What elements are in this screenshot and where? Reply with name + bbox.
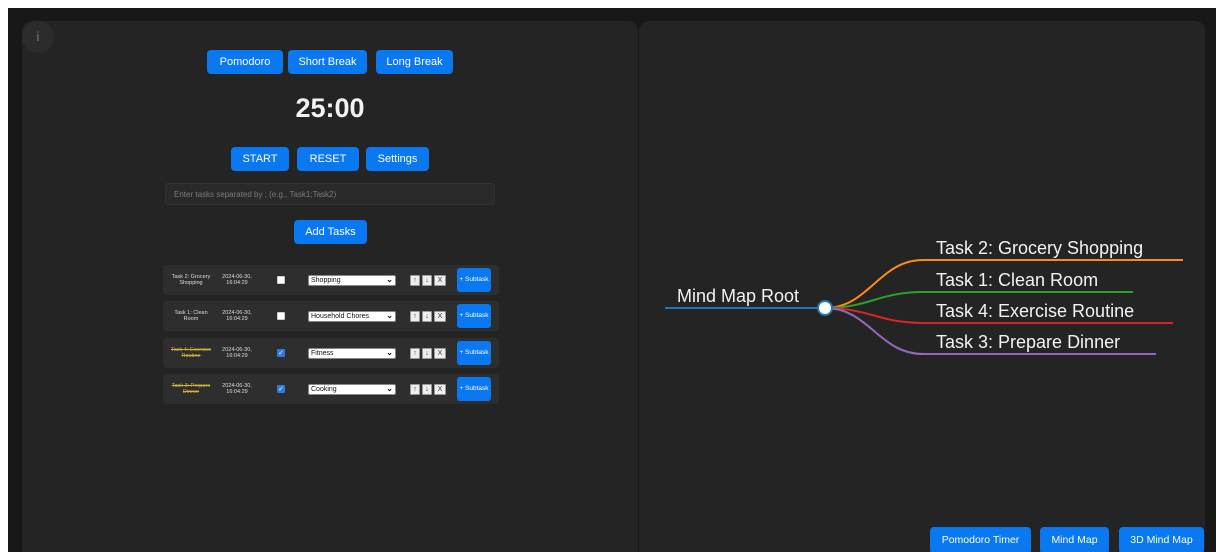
category-value: Fitness [311,350,334,357]
task-done-checkbox[interactable] [277,276,285,284]
category-value: Cooking [311,386,337,393]
info-button[interactable]: i [22,21,54,53]
branch-node-label[interactable]: Task 1: Clean Room [936,270,1098,291]
category-value: Household Chores [311,313,369,320]
branch-node-label[interactable]: Task 4: Exercise Routine [936,301,1134,322]
add-subtask-button[interactable]: + Subtask [457,377,491,401]
task-input[interactable] [165,183,495,205]
task-name: Task 3: Prepare Dinner [171,382,211,396]
mode-short-break-button[interactable]: Short Break [288,50,367,74]
chevron-down-icon: ⌄ [386,384,393,393]
move-up-button[interactable]: ↑ [410,348,420,359]
task-name: Task 1: Clean Room [174,309,208,323]
move-down-button[interactable]: ↓ [422,348,432,359]
category-select[interactable]: Fitness ⌄ [308,348,396,359]
reset-button[interactable]: RESET [297,147,359,171]
mind-map-panel: Mind Map Root Task 2: Grocery Shopping T… [639,21,1205,552]
category-select[interactable]: Cooking ⌄ [308,384,396,395]
task-row: Task 4: Exercise Routine 2024-06-30, 16:… [163,338,499,368]
branch-node-label[interactable]: Task 3: Prepare Dinner [936,332,1120,353]
nav-mind-map-button[interactable]: Mind Map [1040,527,1109,552]
task-row: Task 2: Grocery Shopping 2024-06-30, 16:… [163,265,499,295]
pomodoro-panel: Pomodoro Short Break Long Break 25:00 ST… [22,21,638,552]
nav-pomodoro-timer-button[interactable]: Pomodoro Timer [930,527,1031,552]
root-node-label[interactable]: Mind Map Root [677,286,799,307]
delete-task-button[interactable]: X [434,384,446,395]
task-done-checkbox[interactable] [277,312,285,320]
add-subtask-button[interactable]: + Subtask [457,304,491,328]
delete-task-button[interactable]: X [434,275,446,286]
start-button[interactable]: START [231,147,289,171]
category-select[interactable]: Household Chores ⌄ [308,311,396,322]
checkmark-icon: ✓ [278,386,284,393]
move-down-button[interactable]: ↓ [422,384,432,395]
add-tasks-button[interactable]: Add Tasks [294,220,367,244]
nav-3d-mind-map-button[interactable]: 3D Mind Map [1119,527,1204,552]
move-up-button[interactable]: ↑ [410,384,420,395]
task-name: Task 4: Exercise Routine [170,346,212,360]
move-up-button[interactable]: ↑ [410,311,420,322]
root-node[interactable] [817,300,833,316]
chevron-down-icon: ⌄ [386,348,393,357]
mode-pomodoro-button[interactable]: Pomodoro [207,50,283,74]
mode-long-break-button[interactable]: Long Break [376,50,453,74]
task-date: 2024-06-30, 16:04:29 [222,382,252,396]
chevron-down-icon: ⌄ [386,275,393,284]
branch-node-label[interactable]: Task 2: Grocery Shopping [936,238,1143,259]
delete-task-button[interactable]: X [434,348,446,359]
settings-button[interactable]: Settings [366,147,429,171]
chevron-down-icon: ⌄ [386,311,393,320]
move-down-button[interactable]: ↓ [422,275,432,286]
task-done-checkbox[interactable]: ✓ [277,385,285,393]
add-subtask-button[interactable]: + Subtask [457,341,491,365]
timer-display: 25:00 [295,93,365,123]
add-subtask-button[interactable]: + Subtask [457,268,491,292]
info-icon: i [36,29,40,44]
task-row: Task 3: Prepare Dinner 2024-06-30, 16:04… [163,374,499,404]
task-name: Task 2: Grocery Shopping [171,273,211,287]
task-date: 2024-06-30, 16:04:29 [222,346,252,360]
checkmark-icon: ✓ [278,350,284,357]
category-select[interactable]: Shopping ⌄ [308,275,396,286]
move-up-button[interactable]: ↑ [410,275,420,286]
delete-task-button[interactable]: X [434,311,446,322]
task-date: 2024-06-30, 16:04:29 [222,273,252,287]
category-value: Shopping [311,277,341,284]
task-date: 2024-06-30, 16:04:29 [222,309,252,323]
task-row: Task 1: Clean Room 2024-06-30, 16:04:29 … [163,301,499,331]
move-down-button[interactable]: ↓ [422,311,432,322]
task-done-checkbox[interactable]: ✓ [277,349,285,357]
app-root: i Pomodoro Short Break Long Break 25:00 … [8,8,1216,552]
